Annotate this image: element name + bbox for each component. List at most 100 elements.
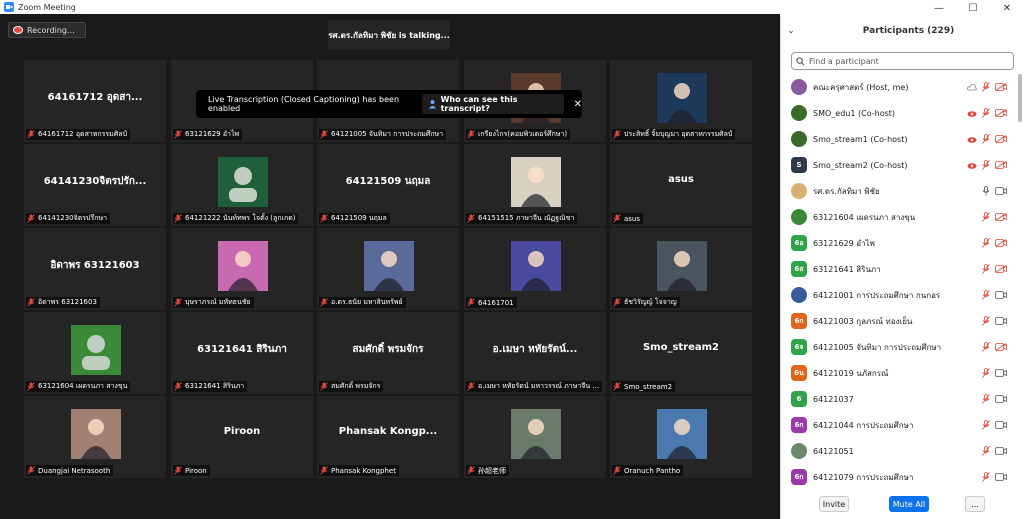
participant-row[interactable]: 6ก 64121044 การประถมศึกษา: [781, 412, 1019, 438]
mic-muted-icon: [982, 316, 990, 326]
participant-name: 64121044 การประถมศึกษา: [813, 420, 914, 430]
who-can-see-link[interactable]: Who can see this transcript?: [421, 94, 564, 114]
participant-row[interactable]: Smo_stream1 (Co-host): [781, 126, 1019, 152]
mic-muted-icon: [467, 382, 475, 391]
mic-muted-icon: [27, 466, 35, 475]
who-can-see-label: Who can see this transcript?: [440, 95, 518, 113]
tile-name-label: 64121222 นันท์ทพร โจตั้ง (ลูกเกด): [173, 213, 299, 224]
video-tile[interactable]: 64141230จิตรปรัก... 64141230จิตรปรึกษา: [24, 144, 166, 226]
participant-video: [511, 157, 561, 207]
video-tile[interactable]: สมศักดิ์ พรมจักร สมศักดิ์ พรมจักร: [317, 312, 459, 394]
mic-muted-icon: [320, 466, 328, 475]
cloud-recording-icon: [967, 135, 977, 143]
default-avatar-icon: [71, 325, 121, 375]
banner-close-icon[interactable]: ✕: [574, 99, 582, 110]
tile-name-label: ประสิทธิ์ จิ้มบุญมา อุตสาหกรรมศิลป์: [612, 129, 736, 140]
transcription-banner: Live Transcription (Closed Captioning) h…: [196, 90, 582, 118]
participant-row[interactable]: 6อ 63121629 อำไพ: [781, 230, 1019, 256]
tile-name-text: 孙超老师: [478, 466, 506, 475]
video-tile[interactable]: 63121604 เผดรนภา สางขุน: [24, 312, 166, 394]
participant-row[interactable]: 63121604 เผดรนภา สางขุน: [781, 204, 1019, 230]
banner-text: Live Transcription (Closed Captioning) h…: [208, 95, 400, 113]
cloud-recording-icon: [967, 161, 977, 169]
recording-indicator[interactable]: Recording...: [8, 22, 86, 38]
tile-name-text: Smo_stream2: [624, 382, 673, 391]
tile-name-text: 63121641 สิรินภา: [185, 382, 245, 390]
tile-name-label: อ.เมษา หทัยรัตน์ มหาวรรณ์ ภาษาจีน ...: [466, 381, 603, 392]
participant-row[interactable]: S Smo_stream2 (Co-host): [781, 152, 1019, 178]
maximize-icon[interactable]: ☐: [956, 3, 990, 14]
avatar: [791, 79, 807, 95]
participant-row[interactable]: รศ.ดร.กัลทิมา พิชัย: [781, 178, 1019, 204]
more-button[interactable]: ...: [965, 496, 985, 512]
tile-name-text: asus: [624, 214, 641, 223]
video-tile[interactable]: ธัชวิรัญญ์ โจจาญ: [610, 228, 752, 310]
participant-row[interactable]: 6จ 64121005 จันทิมา การประถมศึกษา: [781, 334, 1019, 360]
video-tile[interactable]: 64151515 ภาษาจีน ณัฏฐณิชา: [464, 144, 606, 226]
participant-name: 64121005 จันทิมา การประถมศึกษา: [813, 342, 942, 352]
mic-muted-icon: [467, 466, 475, 475]
video-tile[interactable]: อ.เมษา หทัยรัตน์... อ.เมษา หทัยรัตน์ มหาว…: [464, 312, 606, 394]
title-bar: Zoom Meeting: [0, 0, 780, 14]
tile-name-text: 64121005 จันทิมา การประถมศึกษา: [331, 130, 444, 138]
video-tile[interactable]: อิดาพร 63121603 อิดาพร 63121603: [24, 228, 166, 310]
mute-all-button[interactable]: Mute All: [889, 496, 929, 512]
close-icon[interactable]: ✕: [990, 3, 1024, 14]
participant-status-icons: [962, 82, 1007, 92]
participant-search[interactable]: Find a participant: [791, 52, 1014, 70]
mic-muted-icon: [27, 130, 35, 139]
tile-name-label: 64121005 จันทิมา การประถมศึกษา: [319, 129, 447, 140]
participant-row[interactable]: 64121001 การประถมศึกษา กนกอร: [781, 282, 1019, 308]
avatar: [791, 209, 807, 225]
participant-row[interactable]: SMO_edu1 (Co-host): [781, 100, 1019, 126]
participant-row[interactable]: 64121051: [781, 438, 1019, 464]
participants-panel: ⌄ Participants (229) Find a participant …: [780, 16, 1024, 519]
mic-muted-icon: [982, 82, 990, 92]
mic-muted-icon: [174, 214, 182, 223]
participant-row[interactable]: 6ก 64121003 กุลภรณ์ ทองเย็น: [781, 308, 1019, 334]
video-tile[interactable]: ประสิทธิ์ จิ้มบุญมา อุตสาหกรรมศิลป์: [610, 60, 752, 142]
minimize-icon[interactable]: —: [922, 3, 956, 14]
video-tile[interactable]: Smo_stream2 Smo_stream2: [610, 312, 752, 394]
tile-name-text: 64151515 ภาษาจีน ณัฏฐณิชา: [478, 214, 575, 222]
video-tile[interactable]: 64161712 อุดสา... 64161712 อุดสาหกรรมศิลป…: [24, 60, 166, 142]
avatar: 6จ: [791, 339, 807, 355]
video-off-icon: [995, 109, 1007, 117]
video-tile[interactable]: 64121222 นันท์ทพร โจตั้ง (ลูกเกด): [171, 144, 313, 226]
tile-name-text: อ.ดร.ธนัย มหาสินทรัพย์: [331, 298, 403, 306]
video-tile[interactable]: Duangjai Netrasooth: [24, 396, 166, 478]
participant-row[interactable]: 6 64121037: [781, 386, 1019, 412]
video-tile[interactable]: อ.ดร.ธนัย มหาสินทรัพย์: [317, 228, 459, 310]
video-tile[interactable]: Piroon Piroon: [171, 396, 313, 478]
participant-row[interactable]: 6ส 63121641 สิรินภา: [781, 256, 1019, 282]
video-off-icon: [995, 343, 1007, 351]
video-tile[interactable]: 63121641 สิรินภา 63121641 สิรินภา: [171, 312, 313, 394]
participant-row[interactable]: 6ก 64121079 การประถมศึกษา: [781, 464, 1019, 490]
video-tile[interactable]: 64121509 นฤมล 64121509 นฤมล: [317, 144, 459, 226]
avatar: 6ก: [791, 313, 807, 329]
video-tile[interactable]: Phansak Kongp... Phansak Kongphet: [317, 396, 459, 478]
chevron-down-icon[interactable]: ⌄: [781, 26, 801, 36]
invite-button[interactable]: Invite: [819, 496, 849, 512]
participant-status-icons: [962, 160, 1007, 170]
video-tile[interactable]: 64161701: [464, 228, 606, 310]
talking-indicator: รศ.ดร.กัลทิมา พิชัย is talking...: [328, 20, 450, 50]
avatar: 6ก: [791, 469, 807, 485]
avatar: 6: [791, 391, 807, 407]
tile-name-label: 64161701: [466, 297, 517, 308]
tile-name-label: 64121509 นฤมล: [319, 213, 390, 224]
avatar: [791, 105, 807, 121]
participant-status-icons: [977, 264, 1007, 274]
video-tile[interactable]: บุษราภรณ์ มหัทธนชัย: [171, 228, 313, 310]
scrollbar[interactable]: [1018, 74, 1022, 122]
participant-status-icons: [977, 186, 1007, 196]
mic-muted-icon: [982, 420, 990, 430]
video-tile[interactable]: Oranuch Pantho: [610, 396, 752, 478]
avatar: [791, 131, 807, 147]
video-off-icon: [995, 239, 1007, 247]
participant-row[interactable]: คณะครุศาสตร์ (Host, me): [781, 74, 1019, 100]
video-tile[interactable]: 孙超老师: [464, 396, 606, 478]
tile-name-text: 63121604 เผดรนภา สางขุน: [38, 382, 128, 390]
video-tile[interactable]: asus asus: [610, 144, 752, 226]
participant-row[interactable]: 6น 64121019 นภัสกรณ์: [781, 360, 1019, 386]
